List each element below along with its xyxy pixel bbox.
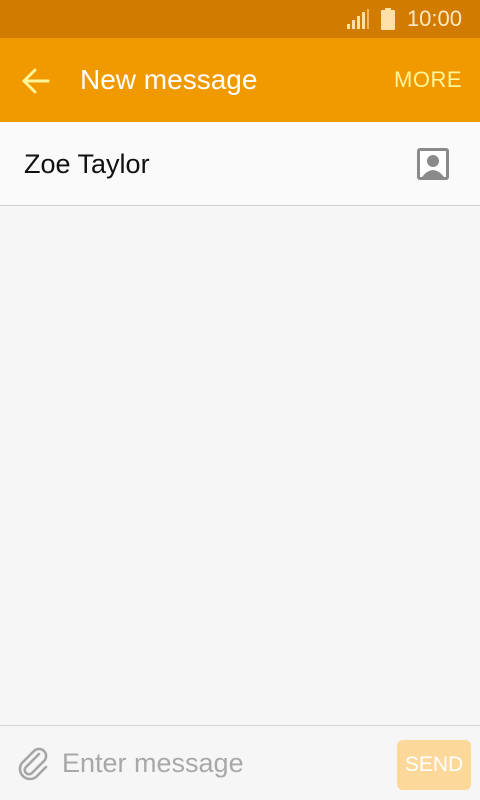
status-time: 10:00	[406, 6, 462, 31]
attach-button[interactable]	[14, 744, 52, 782]
message-input[interactable]	[62, 738, 382, 788]
status-indicators: 10:00	[346, 0, 462, 38]
back-button[interactable]	[14, 59, 58, 103]
arrow-left-icon	[22, 68, 50, 94]
recipient-row[interactable]: Zoe Taylor	[0, 122, 480, 206]
contact-picker-button[interactable]	[416, 147, 450, 181]
conversation-area	[0, 206, 480, 725]
send-button[interactable]: SEND	[397, 740, 471, 790]
page-title: New message	[80, 64, 258, 95]
more-button[interactable]: MORE	[394, 38, 462, 122]
recipient-name[interactable]: Zoe Taylor	[24, 122, 150, 206]
message-composer: SEND	[0, 725, 480, 800]
app-bar: New message MORE	[0, 38, 480, 122]
paperclip-icon	[18, 747, 48, 781]
battery-icon	[380, 8, 395, 30]
status-bar: 10:00	[0, 0, 480, 38]
signal-bars-icon	[346, 9, 369, 29]
contact-card-icon	[417, 148, 449, 180]
